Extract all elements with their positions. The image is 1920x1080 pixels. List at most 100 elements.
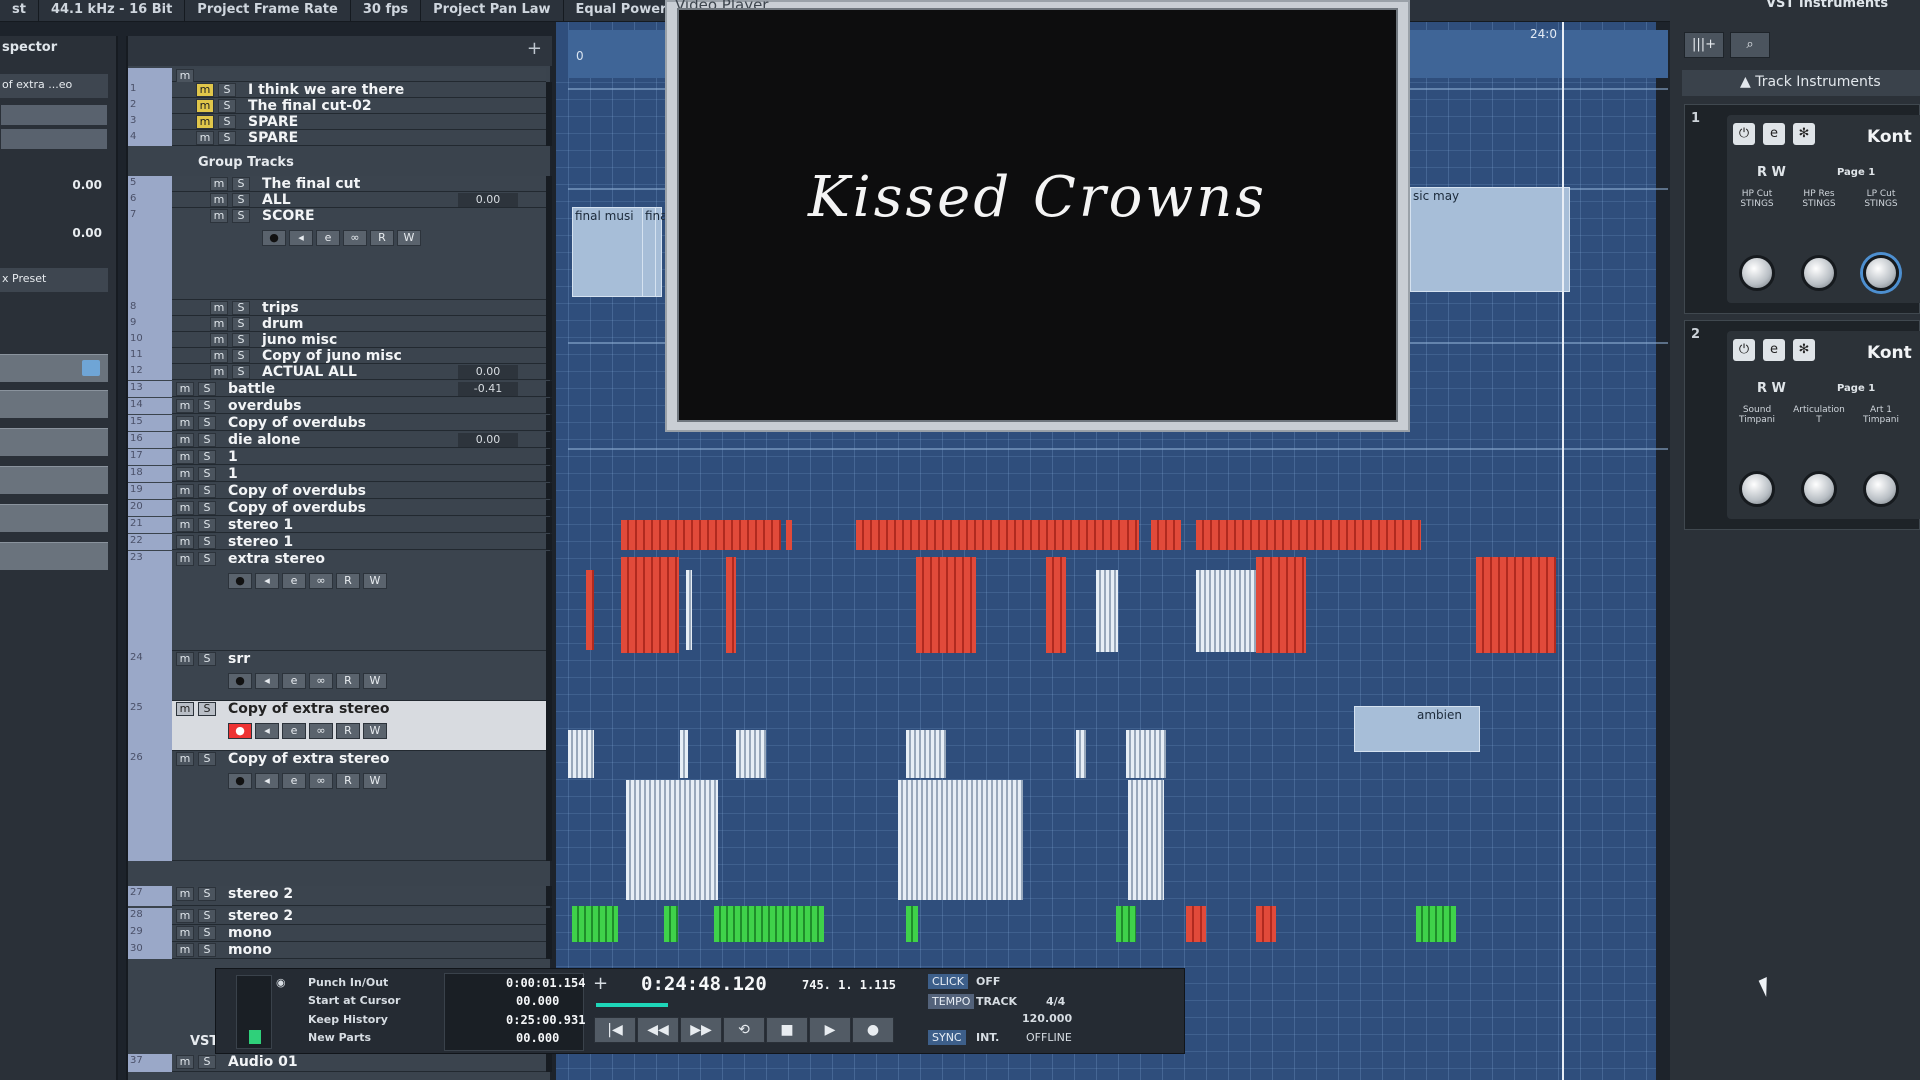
link-icon[interactable]: ∞ [343,230,367,246]
read-automation-button[interactable]: R [336,723,360,739]
track-volume[interactable]: 0.00 [458,365,518,379]
audio-event[interactable]: sic may [1410,187,1570,292]
playhead-cursor[interactable] [1562,22,1564,1080]
link-icon[interactable]: ∞ [309,573,333,589]
pre-roll-time[interactable]: 00.000 [516,994,559,1008]
time-signature[interactable]: 4/4 [1046,995,1065,1008]
track-name[interactable]: Copy of overdubs [228,415,366,431]
settings-icon[interactable]: ✻ [1793,339,1815,361]
midi-audio-event[interactable] [856,520,1121,550]
midi-audio-event[interactable] [1128,780,1164,900]
read-write-buttons[interactable]: R W [1757,165,1786,180]
solo-button[interactable]: S [232,177,250,191]
solo-button[interactable]: S [198,909,216,923]
monitor-icon[interactable]: ◂ [255,573,279,589]
primary-time-display[interactable]: 0:24:48.120 [641,973,767,995]
track-row[interactable]: 25 m S Copy of extra stereo ● ◂ e ∞ R W [128,701,552,751]
mute-button[interactable]: m [176,752,194,766]
param-knob[interactable] [1739,471,1775,507]
midi-audio-event[interactable] [726,557,736,653]
track-row[interactable]: 29 m S mono [128,925,552,942]
mute-button[interactable]: m [176,69,194,83]
search-icon[interactable]: ⌕ [1730,32,1770,58]
solo-button[interactable]: S [232,333,250,347]
monitor-icon[interactable]: ◂ [255,673,279,689]
midi-audio-event[interactable] [898,780,1023,900]
inspector-section-button[interactable] [0,354,108,382]
edit-channel-button[interactable]: e [282,673,306,689]
add-track-icon[interactable]: + [527,38,542,59]
record-enable-icon[interactable]: ● [228,723,252,739]
midi-audio-event[interactable] [1416,906,1456,942]
audio-event[interactable]: fina [642,207,668,297]
track-name[interactable]: stereo 1 [228,517,293,533]
power-icon[interactable]: ⏻ [1733,339,1755,361]
read-write-buttons[interactable]: R W [1757,381,1786,396]
mute-button[interactable]: m [196,131,214,145]
midi-audio-event[interactable] [621,557,679,653]
track-row[interactable]: 2 m S The final cut-02 [128,98,552,114]
track-name[interactable]: ALL [262,192,291,208]
read-automation-button[interactable]: R [370,230,394,246]
track-volume[interactable]: 0.00 [458,193,518,207]
track-name[interactable]: Copy of extra stereo [228,751,389,767]
solo-button[interactable]: S [218,99,236,113]
inspector-section-button[interactable] [0,504,108,532]
add-marker-icon[interactable]: + [593,973,608,994]
midi-audio-event[interactable] [1151,520,1181,550]
track-row[interactable]: 7 m S SCORE ● ◂ e ∞ R W [128,208,552,300]
solo-button[interactable]: S [232,349,250,363]
track-name[interactable]: srr [228,651,250,667]
edit-icon[interactable]: e [1763,123,1785,145]
track-row[interactable]: 11 m S Copy of juno misc [128,348,552,364]
track-row[interactable]: 23 m S extra stereo ● ◂ e ∞ R W [128,551,552,651]
monitor-icon[interactable]: ◂ [255,773,279,789]
pan-law-label[interactable]: Project Pan Law [421,0,564,21]
mute-button[interactable]: m [176,518,194,532]
solo-button[interactable]: S [198,467,216,481]
write-automation-button[interactable]: W [363,673,387,689]
solo-button[interactable]: S [198,518,216,532]
track-name[interactable]: mono [228,942,272,958]
track-row[interactable]: 13 m S battle -0.41 [128,381,552,397]
solo-button[interactable]: S [198,926,216,940]
track-row[interactable]: 16 m S die alone 0.00 [128,432,552,448]
secondary-time-display[interactable]: 745. 1. 1.115 [802,978,896,992]
video-player-window[interactable]: Video Player Kissed Crowns [665,0,1410,432]
track-row[interactable]: 26 m S Copy of extra stereo ● ◂ e ∞ R W [128,751,552,861]
midi-audio-event[interactable] [1121,520,1139,550]
param-knob[interactable] [1739,255,1775,291]
inspector-volume-value[interactable]: 0.00 [72,178,102,192]
fast-forward-button[interactable]: ▶▶ [680,1017,722,1043]
edit-icon[interactable]: e [1763,339,1785,361]
inspector-section-button[interactable] [0,390,108,418]
track-name[interactable]: die alone [228,432,301,448]
new-parts-option[interactable]: New Parts [308,1031,371,1044]
solo-button[interactable]: S [198,552,216,566]
solo-button[interactable]: S [232,317,250,331]
midi-audio-event[interactable] [568,730,594,778]
track-row[interactable]: 20 m S Copy of overdubs [128,500,552,516]
track-row[interactable]: 15 m S Copy of overdubs [128,415,552,431]
track-name[interactable]: SPARE [248,130,298,146]
solo-button[interactable]: S [198,416,216,430]
solo-button[interactable]: S [232,193,250,207]
midi-audio-event[interactable] [1476,557,1556,653]
keep-history-option[interactable]: Keep History [308,1013,388,1026]
mute-button[interactable]: m [176,1055,194,1069]
mute-button[interactable]: m [176,382,194,396]
track-name[interactable]: stereo 2 [228,908,293,924]
inspector-fx-preset[interactable]: x Preset [0,268,108,292]
inspector-pan-value[interactable]: 0.00 [72,226,102,240]
solo-button[interactable]: S [198,752,216,766]
inspector-section-button[interactable] [0,466,108,494]
track-name[interactable]: The final cut-02 [248,98,372,114]
read-automation-button[interactable]: R [336,673,360,689]
track-name[interactable]: stereo 2 [228,886,293,902]
monitor-icon[interactable]: ◂ [289,230,313,246]
click-state[interactable]: OFF [976,975,1000,988]
track-row[interactable]: m [128,68,552,83]
link-icon[interactable]: ∞ [309,773,333,789]
track-row[interactable]: 6 m S ALL 0.00 [128,192,552,208]
track-name[interactable]: I think we are there [248,82,404,98]
